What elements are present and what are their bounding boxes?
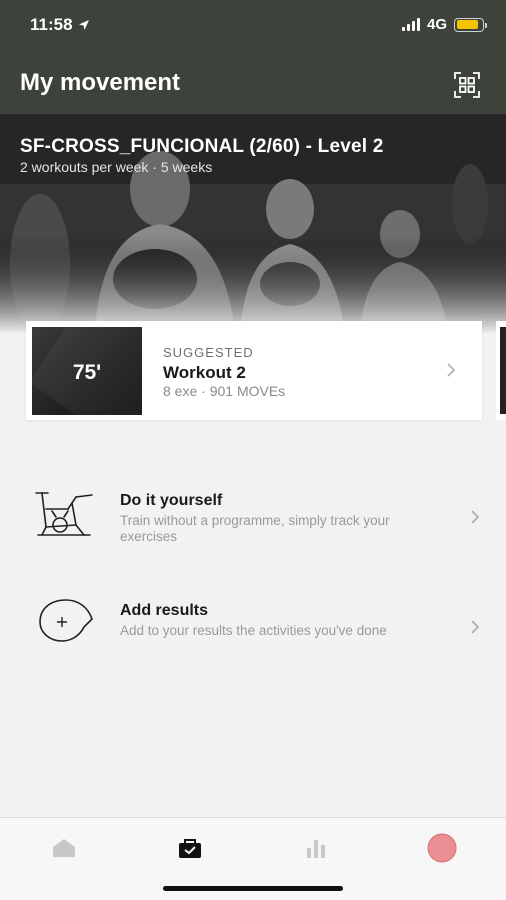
workout-meta: 8 exe · 901 MOVEs [163, 383, 286, 399]
signal-icon [401, 18, 420, 31]
action-description: Add to your results the activities you'v… [120, 623, 387, 638]
stats-icon [307, 840, 325, 858]
network-label: 4G [426, 16, 447, 33]
workout-thumbnail: 75' [32, 327, 142, 415]
tab-home[interactable] [44, 832, 84, 864]
workout-name: Workout 2 [163, 363, 246, 382]
app-bar: My movement [0, 50, 506, 114]
chevron-right-icon [471, 510, 480, 524]
chevron-right-icon [447, 363, 456, 377]
tab-my-movement[interactable] [170, 832, 210, 864]
program-hero[interactable]: SF-CROSS_FUNCIONAL (2/60) - Level 2 2 wo… [0, 114, 506, 334]
home-icon [53, 839, 75, 857]
profile-avatar-icon [427, 833, 457, 863]
home-indicator [163, 886, 343, 891]
action-description: Train without a programme, simply track … [120, 513, 390, 544]
add-result-icon [39, 599, 93, 642]
status-time: 11:58 [30, 15, 90, 35]
workout-tag: SUGGESTED [163, 345, 254, 360]
tab-stats[interactable] [296, 832, 336, 864]
do-it-yourself-row[interactable]: Do it yourself Train without a programme… [0, 487, 506, 567]
workout-bag-icon [179, 839, 201, 858]
suggested-workout-card[interactable]: 75' SUGGESTED Workout 2 8 exe · 901 MOVE… [26, 321, 482, 420]
program-title: SF-CROSS_FUNCIONAL (2/60) - Level 2 [20, 136, 384, 157]
status-indicators: 4G [401, 16, 487, 33]
page-title: My movement [20, 69, 181, 96]
program-subtitle: 2 workouts per week · 5 weeks [20, 159, 213, 175]
tab-profile[interactable] [422, 832, 462, 864]
exercise-bike-icon [35, 492, 93, 536]
battery-icon [454, 17, 487, 32]
workout-duration: 75' [72, 361, 102, 384]
action-title: Do it yourself [120, 492, 223, 509]
time-text: 11:58 [30, 15, 73, 34]
action-title: Add results [120, 602, 209, 619]
chevron-right-icon [471, 620, 480, 634]
status-bar: 11:58 4G [0, 0, 506, 50]
qr-scan-icon[interactable] [454, 72, 480, 98]
add-results-row[interactable]: Add results Add to your results the acti… [0, 597, 506, 677]
next-workout-card-peek[interactable] [496, 321, 506, 420]
location-arrow-icon [78, 20, 89, 30]
